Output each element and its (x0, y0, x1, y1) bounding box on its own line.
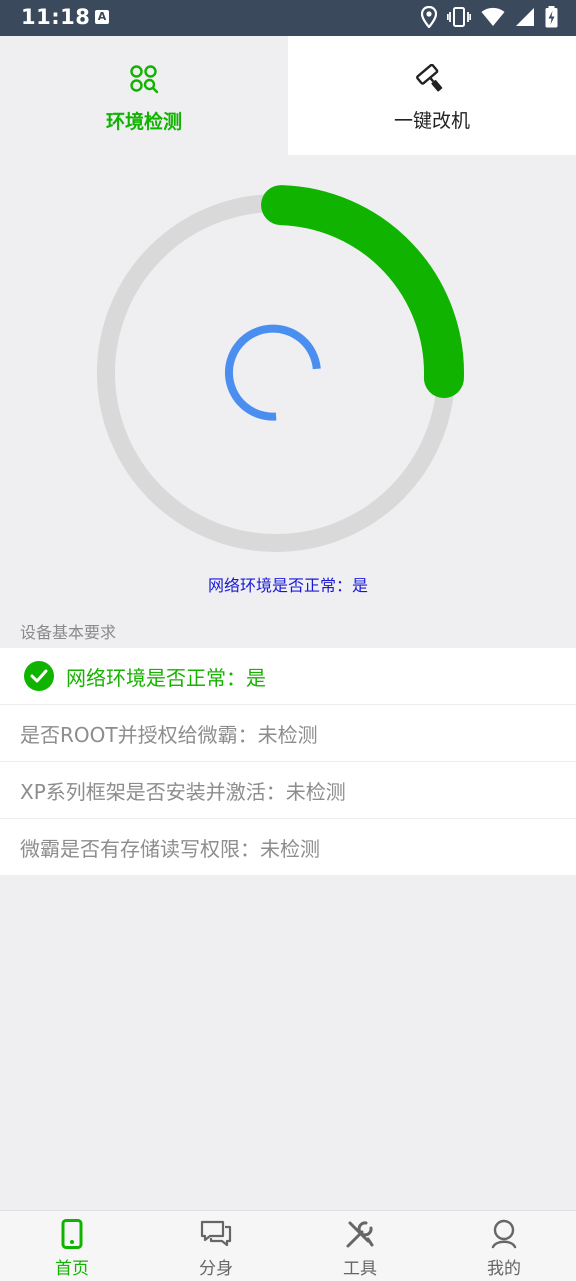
keyboard-a-icon: A (95, 10, 109, 24)
nav-label: 我的 (487, 1259, 521, 1279)
requirements-list: 网络环境是否正常：是 是否ROOT并授权给微霸：未检测 XP系列框架是否安装并激… (0, 648, 576, 875)
nav-label: 首页 (55, 1259, 89, 1279)
requirement-text: 网络环境是否正常：是 (66, 665, 266, 690)
gauge-progress-arc (261, 185, 464, 399)
list-item: 微霸是否有存储读写权限：未检测 (0, 819, 576, 875)
list-item: 是否ROOT并授权给微霸：未检测 (0, 705, 576, 762)
nav-mine[interactable]: 我的 (432, 1211, 576, 1281)
nav-label: 工具 (343, 1259, 377, 1279)
tab-label: 一键改机 (393, 110, 470, 132)
phone-icon (61, 1219, 83, 1253)
tab-one-click-modify[interactable]: 一键改机 (288, 36, 576, 155)
signal-icon (516, 8, 534, 26)
requirement-text: 是否ROOT并授权给微霸：未检测 (20, 722, 318, 747)
requirement-text: XP系列框架是否安装并激活：未检测 (20, 779, 346, 804)
user-icon (490, 1219, 518, 1253)
grid-search-icon (129, 64, 159, 98)
tab-environment-check[interactable]: 环境检测 (0, 36, 288, 155)
list-item: 网络环境是否正常：是 (0, 648, 576, 705)
network-status-text: 网络环境是否正常：是 (207, 576, 368, 595)
tab-label: 环境检测 (105, 111, 182, 133)
chat-icon (199, 1219, 233, 1253)
status-bar: 11:18 A (0, 0, 576, 36)
check-circle-icon (24, 661, 54, 691)
vibrate-icon (447, 7, 471, 27)
nav-home[interactable]: 首页 (0, 1211, 144, 1281)
loading-spinner-icon (224, 324, 321, 421)
tools-icon (344, 1219, 376, 1253)
section-title: 设备基本要求 (20, 623, 117, 642)
battery-charging-icon (545, 6, 558, 28)
status-time: 11:18 (21, 5, 91, 29)
location-icon (421, 6, 437, 28)
paint-roller-icon (416, 63, 448, 100)
progress-gauge (97, 185, 464, 552)
nav-label: 分身 (199, 1259, 233, 1279)
requirement-text: 微霸是否有存储读写权限：未检测 (20, 836, 320, 861)
nav-clone[interactable]: 分身 (144, 1211, 288, 1281)
nav-tools[interactable]: 工具 (288, 1211, 432, 1281)
top-tabs: 环境检测 一键改机 (0, 36, 576, 155)
list-item: XP系列框架是否安装并激活：未检测 (0, 762, 576, 819)
bottom-navigation: 首页 分身 工具 我的 (0, 1210, 576, 1281)
wifi-icon (481, 7, 505, 26)
